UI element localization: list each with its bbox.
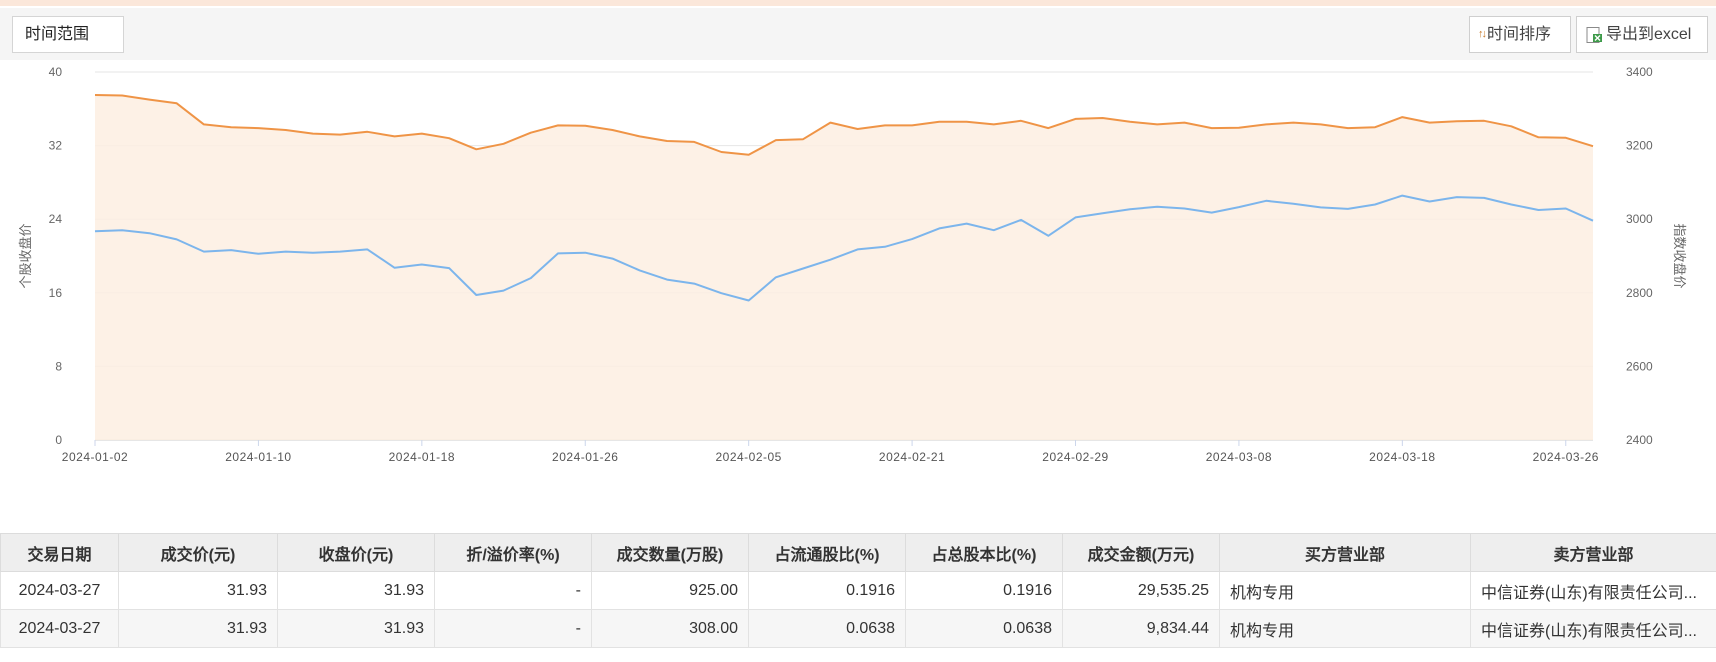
table-row: 2024-03-27 31.93 31.93 - 925.00 0.1916 0… — [0, 571, 1716, 610]
toolbar: 时间范围 ↑↓ 时间排序 导出到excel — [0, 8, 1716, 60]
time-range-button[interactable]: 时间范围 — [12, 16, 124, 53]
header-trade-price[interactable]: 成交价(元) — [118, 533, 278, 572]
left-tick-label: 16 — [49, 286, 63, 300]
cell-close-price: 31.93 — [277, 571, 435, 610]
cell-premium-rate: - — [434, 571, 592, 610]
cell-float-ratio: 0.0638 — [748, 609, 906, 648]
series-area-1 — [95, 95, 1593, 440]
cell-trade-price: 31.93 — [118, 571, 278, 610]
cell-close-price: 31.93 — [277, 609, 435, 648]
cell-buyer: 机构专用 — [1219, 609, 1471, 648]
x-tick-label: 2024-03-26 — [1533, 450, 1599, 464]
header-float-ratio[interactable]: 占流通股比(%) — [748, 533, 906, 572]
right-tick-label: 2600 — [1626, 359, 1653, 373]
table-header-row: 交易日期 成交价(元) 收盘价(元) 折/溢价率(%) 成交数量(万股) 占流通… — [0, 533, 1716, 572]
cell-volume: 925.00 — [591, 571, 749, 610]
cell-trade-price: 31.93 — [118, 609, 278, 648]
x-tick-label: 2024-01-10 — [225, 450, 291, 464]
right-tick-label: 3200 — [1626, 139, 1653, 153]
left-tick-label: 24 — [49, 212, 63, 226]
right-tick-label: 2800 — [1626, 286, 1653, 300]
left-tick-label: 32 — [49, 139, 63, 153]
right-tick-label: 2400 — [1626, 433, 1653, 447]
cell-total-ratio: 0.1916 — [905, 571, 1063, 610]
price-chart: 0 8 16 24 32 40 2400 2600 2800 3000 3200 3400 2024-0… — [18, 65, 1687, 464]
header-amount[interactable]: 成交金额(万元) — [1062, 533, 1220, 572]
left-tick-label: 0 — [55, 433, 62, 447]
right-tick-label: 3400 — [1626, 65, 1653, 79]
sort-arrows-icon: ↑↓ — [1478, 28, 1487, 40]
left-tick-label: 40 — [49, 65, 63, 79]
cell-buyer: 机构专用 — [1219, 571, 1471, 610]
x-tick-label: 2024-01-26 — [552, 450, 618, 464]
cell-trade-date: 2024-03-27 — [0, 609, 119, 648]
right-tick-label: 3000 — [1626, 212, 1653, 226]
export-label: 导出到excel — [1606, 26, 1692, 43]
x-tick-label: 2024-03-18 — [1369, 450, 1435, 464]
excel-icon — [1586, 26, 1602, 43]
cell-total-ratio: 0.0638 — [905, 609, 1063, 648]
x-tick-label: 2024-02-05 — [715, 450, 781, 464]
header-volume[interactable]: 成交数量(万股) — [591, 533, 749, 572]
table-row: 2024-03-27 31.93 31.93 - 308.00 0.0638 0… — [0, 609, 1716, 648]
cell-seller: 中信证券(山东)有限责任公司... — [1470, 571, 1716, 610]
chart-area-layer — [95, 95, 1593, 440]
export-excel-button[interactable]: 导出到excel — [1576, 16, 1708, 53]
header-total-ratio[interactable]: 占总股本比(%) — [905, 533, 1063, 572]
cell-float-ratio: 0.1916 — [748, 571, 906, 610]
x-tick-label: 2024-03-08 — [1206, 450, 1272, 464]
header-premium-rate[interactable]: 折/溢价率(%) — [434, 533, 592, 572]
cell-amount: 29,535.25 — [1062, 571, 1220, 610]
cell-volume: 308.00 — [591, 609, 749, 648]
cell-amount: 9,834.44 — [1062, 609, 1220, 648]
cell-trade-date: 2024-03-27 — [0, 571, 119, 610]
cell-premium-rate: - — [434, 609, 592, 648]
x-tick-label: 2024-01-18 — [389, 450, 455, 464]
cell-seller: 中信证券(山东)有限责任公司... — [1470, 609, 1716, 648]
left-axis-title: 个股收盘价 — [18, 223, 33, 288]
block-trade-table: 交易日期 成交价(元) 收盘价(元) 折/溢价率(%) 成交数量(万股) 占流通… — [0, 533, 1716, 648]
left-tick-label: 8 — [55, 359, 62, 373]
right-axis-title: 指数收盘价 — [1672, 223, 1687, 288]
header-close-price[interactable]: 收盘价(元) — [277, 533, 435, 572]
x-tick-label: 2024-01-02 — [62, 450, 128, 464]
header-buyer[interactable]: 买方营业部 — [1219, 533, 1471, 572]
x-tick-label: 2024-02-29 — [1042, 450, 1108, 464]
header-trade-date[interactable]: 交易日期 — [0, 533, 119, 572]
header-seller[interactable]: 卖方营业部 — [1470, 533, 1716, 572]
sort-by-time-button[interactable]: ↑↓ 时间排序 — [1469, 16, 1571, 53]
top-accent-bar — [0, 0, 1716, 6]
sort-label: 时间排序 — [1487, 26, 1552, 43]
x-tick-label: 2024-02-21 — [879, 450, 945, 464]
